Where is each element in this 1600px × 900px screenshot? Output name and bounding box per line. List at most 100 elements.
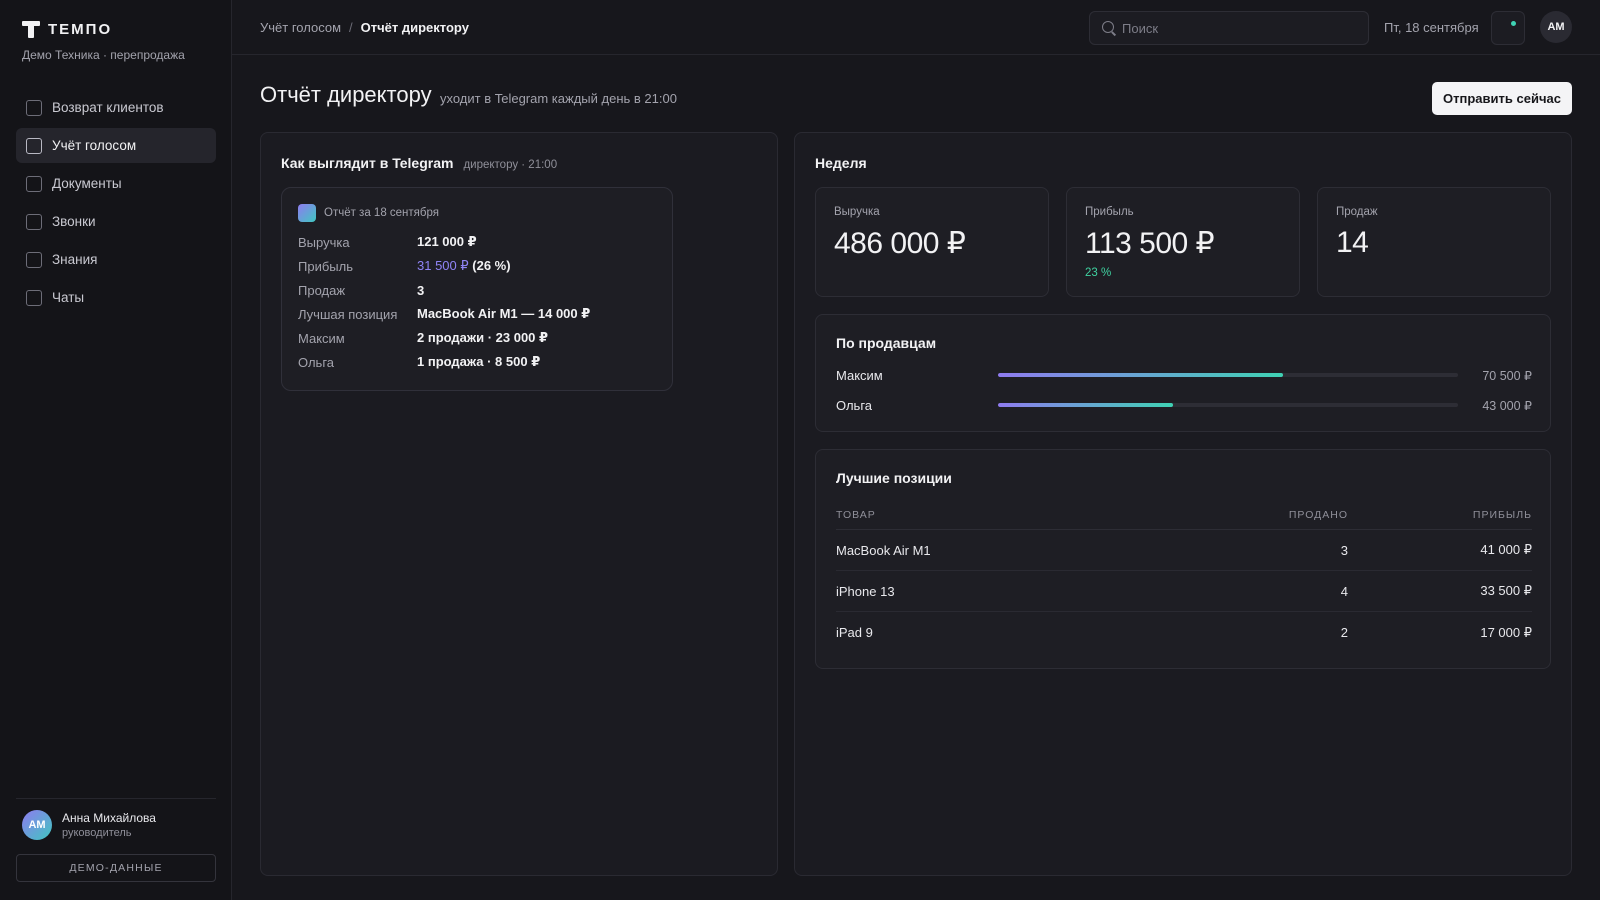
message-title: Отчёт за 18 сентября: [324, 207, 439, 219]
divider: [16, 798, 216, 799]
sidebar-item-label: Возврат клиентов: [52, 100, 164, 115]
sellers-card: По продавцам Максим 70 500 ₽ Ольга 43 00…: [815, 314, 1551, 432]
row-value: 1 продажа · 8 500 ₽: [417, 354, 541, 369]
kpi-label: Прибыль: [1085, 206, 1134, 218]
workspace-name: Демо Техника · перепродажа: [22, 48, 185, 62]
sidebar: ТЕМПО Демо Техника · перепродажа Возврат…: [0, 0, 232, 900]
sidebar-item-documents[interactable]: Документы: [16, 166, 216, 201]
search-icon: [1102, 21, 1116, 35]
sidebar-item-label: Звонки: [52, 214, 96, 229]
row-value: MacBook Air M1 — 14 000 ₽: [417, 306, 591, 321]
seller-bar-track: [998, 373, 1458, 377]
sidebar-nav: Возврат клиентов Учёт голосом Документы …: [16, 90, 216, 318]
kpi-label: Продаж: [1336, 206, 1378, 218]
sidebar-item-client-return[interactable]: Возврат клиентов: [16, 90, 216, 125]
page-subtitle: уходит в Telegram каждый день в 21:00: [440, 91, 677, 106]
search-box[interactable]: [1089, 11, 1369, 45]
tempo-logo-icon: [22, 20, 40, 38]
sidebar-item-chats[interactable]: Чаты: [16, 280, 216, 315]
message-row: Максим 2 продажи · 23 000 ₽: [298, 326, 668, 350]
brand-name: ТЕМПО: [48, 20, 113, 38]
panel-title: Неделя: [815, 155, 867, 171]
table-header: ТОВАР ПРОДАНО ПРИБЫЛЬ: [836, 500, 1532, 530]
row-label: Лучшая позиция: [298, 306, 398, 322]
send-now-button[interactable]: Отправить сейчас: [1432, 82, 1572, 115]
notifications-button[interactable]: [1491, 11, 1525, 45]
seller-bar-track: [998, 403, 1458, 407]
column-header: ПРИБЫЛЬ: [1472, 508, 1532, 521]
demo-data-button[interactable]: ДЕМО-ДАННЫЕ: [16, 854, 216, 882]
square-icon: [26, 289, 42, 306]
item-profit: 41 000 ₽: [1480, 542, 1532, 557]
seller-bar-fill: [998, 373, 1284, 377]
sidebar-item-label: Документы: [52, 176, 122, 191]
item-sold: 3: [1340, 542, 1348, 558]
row-value: 31 500 ₽ (26 %): [417, 258, 511, 274]
current-date: Пт, 18 сентября: [1384, 20, 1479, 35]
message-row: Прибыль 31 500 ₽ (26 %): [298, 254, 668, 278]
row-value: 121 000 ₽: [417, 234, 477, 249]
telegram-preview-panel: Как выглядит в Telegram директору · 21:0…: [260, 132, 778, 876]
column-header: ПРОДАНО: [1288, 508, 1348, 521]
user-profile[interactable]: АМ Анна Михайлова руководитель: [22, 810, 156, 840]
profit-amount: 31 500 ₽: [417, 258, 469, 273]
item-name: iPad 9: [836, 625, 873, 640]
telegram-message-card: Отчёт за 18 сентября Выручка 121 000 ₽ П…: [281, 187, 673, 391]
row-label: Прибыль: [298, 258, 353, 274]
page-title: Отчёт директору: [260, 82, 432, 107]
item-name: MacBook Air M1: [836, 542, 931, 558]
square-icon: [26, 99, 42, 116]
item-profit: 17 000 ₽: [1480, 624, 1532, 640]
item-profit: 33 500 ₽: [1480, 583, 1532, 598]
sidebar-item-label: Знания: [52, 252, 98, 267]
row-label: Ольга: [298, 354, 335, 370]
table-row: MacBook Air M1 3 41 000 ₽: [836, 530, 1532, 571]
message-header: Отчёт за 18 сентября: [298, 204, 439, 222]
top-items-table: ТОВАР ПРОДАНО ПРИБЫЛЬ MacBook Air M1 3 4…: [836, 500, 1532, 653]
item-sold: 4: [1340, 583, 1348, 599]
square-icon: [26, 137, 42, 154]
panel-header: Как выглядит в Telegram директору · 21:0…: [281, 155, 557, 171]
search-input[interactable]: [1122, 20, 1362, 36]
section-title: По продавцам: [836, 335, 937, 351]
user-name: Анна Михайлова: [62, 811, 156, 825]
brand[interactable]: ТЕМПО: [22, 20, 112, 38]
sidebar-item-voice-accounting[interactable]: Учёт голосом: [16, 128, 216, 163]
square-icon: [26, 175, 42, 192]
message-row: Лучшая позиция MacBook Air M1 — 14 000 ₽: [298, 302, 668, 326]
section-title: Лучшие позиции: [836, 470, 952, 486]
sidebar-item-label: Чаты: [52, 290, 85, 305]
user-role: руководитель: [62, 827, 132, 839]
breadcrumb: Учёт голосом / Отчёт директору: [260, 20, 469, 35]
avatar: АМ: [22, 810, 52, 840]
table-row: iPhone 13 4 33 500 ₽: [836, 571, 1532, 612]
panel-title: Как выглядит в Telegram: [281, 155, 454, 171]
topbar: Учёт голосом / Отчёт директору Пт, 18 се…: [232, 0, 1600, 55]
kpi-value: 486 000 ₽: [834, 227, 966, 260]
breadcrumb-link[interactable]: Учёт голосом: [260, 20, 341, 35]
kpi-value: 113 500 ₽: [1085, 227, 1215, 260]
item-name: iPhone 13: [836, 583, 895, 599]
week-panel: Неделя Выручка 486 000 ₽ Прибыль 113 500…: [794, 132, 1572, 876]
notification-dot-icon: [1511, 21, 1516, 26]
bot-avatar-icon: [298, 204, 316, 222]
message-rows: Выручка 121 000 ₽ Прибыль 31 500 ₽ (26 %…: [298, 230, 668, 374]
row-value: 2 продажи · 23 000 ₽: [417, 330, 549, 345]
kpi-sales: Продаж 14: [1317, 187, 1551, 297]
kpi-value: 14: [1336, 226, 1369, 259]
avatar[interactable]: АМ: [1540, 11, 1572, 43]
profit-percent: (26 %): [468, 258, 511, 273]
seller-amount: 70 500 ₽: [1482, 368, 1532, 383]
square-icon: [26, 251, 42, 268]
row-label: Выручка: [298, 234, 350, 250]
seller-amount: 43 000 ₽: [1482, 398, 1532, 413]
breadcrumb-current: Отчёт директору: [360, 20, 469, 35]
sidebar-item-label: Учёт голосом: [52, 138, 137, 153]
kpi-label: Выручка: [834, 206, 880, 218]
sidebar-item-knowledge[interactable]: Знания: [16, 242, 216, 277]
item-sold: 2: [1340, 625, 1348, 640]
breadcrumb-separator: /: [349, 20, 353, 35]
table-row: iPad 9 2 17 000 ₽: [836, 612, 1532, 653]
row-value: 3: [417, 282, 425, 298]
sidebar-item-calls[interactable]: Звонки: [16, 204, 216, 239]
